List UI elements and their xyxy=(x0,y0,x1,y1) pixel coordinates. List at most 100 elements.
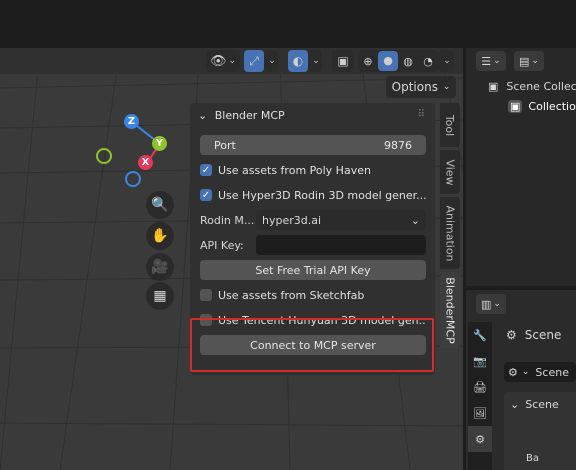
checkbox-unchecked-icon[interactable] xyxy=(200,289,212,301)
camera-icon: 🎥 xyxy=(151,259,169,275)
xray-toggle-button[interactable]: ▣ xyxy=(332,50,354,72)
negative-z-axis-handle[interactable] xyxy=(125,171,141,187)
outliner: ☰⌄ ▤⌄ ▣ Scene Collec ▣ Collection xyxy=(466,48,576,286)
perspective-toggle-button[interactable]: ▦ xyxy=(146,282,174,310)
chevron-down-icon: ⌄ xyxy=(228,56,237,66)
pan-button[interactable]: ✋ xyxy=(146,222,174,250)
hand-icon: ✋ xyxy=(151,228,169,244)
checkbox-checked-icon[interactable]: ✓ xyxy=(200,164,212,176)
zoom-icon: 🔍 xyxy=(151,197,169,213)
sketchfab-label: Use assets from Sketchfab xyxy=(218,288,365,302)
sketchfab-toggle[interactable]: Use assets from Sketchfab xyxy=(200,285,426,305)
scene-section-header[interactable]: ⌄ Scene xyxy=(510,398,559,411)
properties-icon: ▥ xyxy=(481,297,492,311)
rodin-mode-value: hyper3d.ai xyxy=(262,213,322,227)
port-label: Port xyxy=(214,138,236,152)
view-layer-tab-icon[interactable]: 🖼 xyxy=(468,400,492,426)
rodin-mode-row: Rodin M... xyxy=(200,210,254,230)
scene-section-label: Scene xyxy=(525,398,559,411)
collection-row[interactable]: ▣ Collection xyxy=(508,97,576,115)
scene-header: ⚙ Scene xyxy=(506,328,561,342)
hyper3d-label: Use Hyper3D Rodin 3D model gener... xyxy=(218,188,426,202)
drag-handle-icon[interactable]: ⠿ xyxy=(418,109,425,120)
negative-y-axis-handle[interactable] xyxy=(96,148,112,164)
chevron-down-icon: ⌄ xyxy=(510,398,520,411)
set-free-trial-api-key-button[interactable]: Set Free Trial API Key xyxy=(200,260,426,280)
checkbox-checked-icon[interactable]: ✓ xyxy=(200,189,212,201)
tab-tool-label: Tool xyxy=(443,114,457,136)
shading-mode-group: ⊕ ● ◍ ◔ xyxy=(358,50,438,72)
scene-collection-row[interactable]: ▣ Scene Collec xyxy=(488,77,576,95)
chevron-down-icon: ⌄ xyxy=(312,56,320,66)
y-axis-handle[interactable]: Y xyxy=(152,136,167,151)
gizmo-icon: ⤢ xyxy=(249,53,259,68)
tab-animation[interactable]: Animation xyxy=(440,197,460,269)
tab-blendermcp[interactable]: BlenderMCP xyxy=(440,272,460,348)
wireframe-shading-icon[interactable]: ⊕ xyxy=(358,55,378,68)
rodin-mode-select[interactable]: hyper3d.ai ⌄ xyxy=(256,210,426,230)
material-shading-icon[interactable]: ◍ xyxy=(398,55,418,68)
rodin-mode-label: Rodin M... xyxy=(200,213,255,227)
grid-icon: ▦ xyxy=(153,288,167,304)
collection-box-icon: ▣ xyxy=(488,79,499,93)
chevron-down-icon: ⌄ xyxy=(521,367,530,377)
hyper3d-toggle[interactable]: ✓ Use Hyper3D Rodin 3D model gener... xyxy=(200,185,426,205)
sidebar-tabs: Tool View Animation BlenderMCP xyxy=(440,103,462,348)
tab-view-label: View xyxy=(443,158,457,186)
properties-editor: ▥ ⌄ 🔧 📷 🖨 🖼 ⚙ ⚙ Scene ⚙ ⌄ Scene ⌄ Scene Ba xyxy=(466,290,576,470)
truncated-row-label: Ba xyxy=(526,453,539,464)
editor-type-dropdown[interactable]: ▥ ⌄ xyxy=(476,294,506,314)
poly-haven-toggle[interactable]: ✓ Use assets from Poly Haven xyxy=(200,160,426,180)
visibility-dropdown[interactable]: 👁 ⌄ xyxy=(206,50,240,72)
api-key-row: API Key: xyxy=(200,235,244,255)
set-free-trial-label: Set Free Trial API Key xyxy=(255,263,371,277)
scene-collection-label: Scene Collec xyxy=(506,79,576,93)
collection-box-icon: ▣ xyxy=(508,99,523,113)
api-key-input[interactable] xyxy=(256,235,426,255)
panel-header[interactable]: ⌄ Blender MCP xyxy=(198,109,285,122)
filter-dropdown[interactable]: ▤ ⌄ xyxy=(514,51,544,71)
scene-selector-label: Scene xyxy=(535,365,569,379)
tab-view[interactable]: View xyxy=(440,150,460,194)
panel-title: Blender MCP xyxy=(214,109,285,122)
chevron-down-icon: ⌄ xyxy=(493,56,501,66)
zoom-button[interactable]: 🔍 xyxy=(146,191,174,219)
options-dropdown[interactable]: Options ⌄ xyxy=(386,76,456,98)
tool-tab-icon[interactable]: 🔧 xyxy=(468,322,492,348)
gizmo-toggle-button[interactable]: ⤢ xyxy=(244,50,264,72)
scene-tab-icon[interactable]: ⚙ xyxy=(468,426,492,452)
display-mode-dropdown[interactable]: ☰ ⌄ xyxy=(476,51,506,71)
outliner-icon: ☰ xyxy=(481,54,492,68)
poly-haven-label: Use assets from Poly Haven xyxy=(218,163,371,177)
render-tab-icon[interactable]: 📷 xyxy=(468,348,492,374)
collection-label: Collection xyxy=(528,99,576,113)
chevron-down-icon: ⌄ xyxy=(198,109,208,122)
eye-cursor-icon: 👁 xyxy=(209,53,227,69)
xray-icon: ▣ xyxy=(337,54,349,68)
rendered-shading-icon[interactable]: ◔ xyxy=(418,55,438,68)
z-axis-label: Z xyxy=(127,116,136,127)
tab-tool[interactable]: Tool xyxy=(440,103,460,147)
port-field[interactable]: Port 9876 xyxy=(200,135,426,155)
scene-selector-icon: ⚙ xyxy=(508,365,518,379)
highlight-box xyxy=(190,318,434,372)
x-axis-handle[interactable]: X xyxy=(138,155,153,170)
gizmo-dropdown[interactable]: ⌄ xyxy=(264,50,278,72)
api-key-label: API Key: xyxy=(200,238,244,252)
camera-view-button[interactable]: 🎥 xyxy=(146,253,174,281)
tab-animation-label: Animation xyxy=(443,204,457,262)
overlays-toggle-button[interactable]: ◐ xyxy=(288,50,308,72)
chevron-down-icon: ⌄ xyxy=(268,56,276,66)
scene-header-label: Scene xyxy=(524,328,562,342)
scene-icon: ⚙ xyxy=(506,328,517,342)
chevron-down-icon: ⌄ xyxy=(439,82,451,92)
chevron-down-icon: ⌄ xyxy=(531,56,539,66)
shading-dropdown[interactable]: ⌄ xyxy=(438,50,454,72)
z-axis-handle[interactable]: Z xyxy=(124,114,139,129)
overlays-dropdown[interactable]: ⌄ xyxy=(308,50,322,72)
scene-selector[interactable]: ⚙ ⌄ Scene xyxy=(504,362,576,382)
properties-tab-column: 🔧 📷 🖨 🖼 ⚙ xyxy=(468,322,492,470)
filter-icon: ▤ xyxy=(519,54,530,68)
solid-shading-icon[interactable]: ● xyxy=(378,51,398,71)
output-tab-icon[interactable]: 🖨 xyxy=(468,374,492,400)
